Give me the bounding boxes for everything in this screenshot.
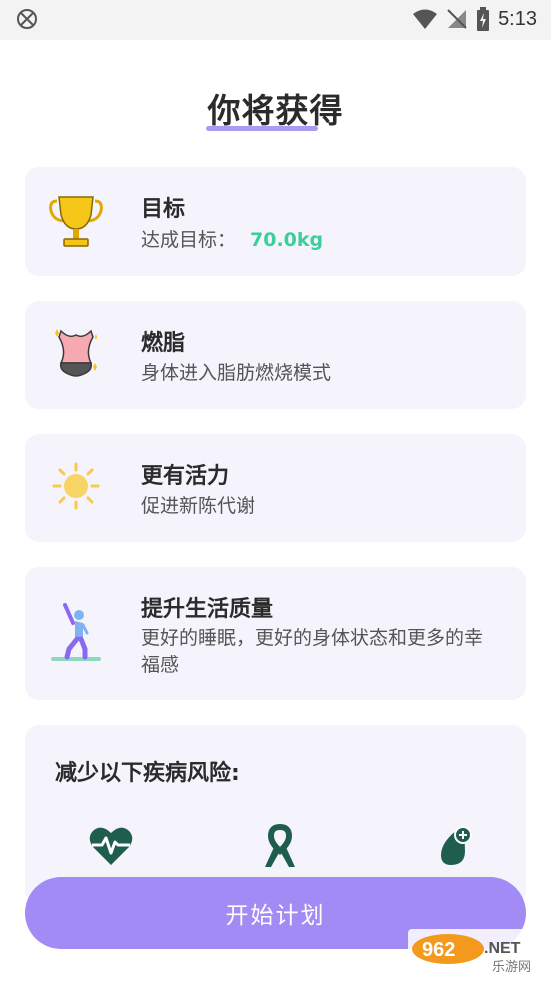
diabetes-drop-icon	[441, 826, 472, 865]
benefit-title: 提升生活质量	[141, 597, 274, 622]
trophy-icon	[49, 196, 103, 247]
benefit-card-fat-burn: 燃脂 身体进入脂肪燃烧模式	[25, 301, 526, 409]
benefit-card-vitality: 更有活力 促进新陈代谢	[25, 434, 526, 542]
awareness-ribbon-icon	[265, 823, 295, 867]
disease-title: 减少以下疾病风险:	[55, 761, 240, 786]
goal-value: 70.0kg	[250, 229, 324, 251]
site-watermark-logo: 962 .NET 乐游网	[408, 929, 548, 975]
heart-rate-icon	[89, 827, 133, 865]
benefit-title: 燃脂	[141, 331, 186, 356]
benefit-title: 目标	[141, 197, 186, 222]
page-title: 你将获得	[205, 84, 344, 132]
svg-text:962: 962	[422, 939, 455, 961]
status-time: 5:13	[498, 7, 537, 30]
benefit-desc: 更好的睡眠，更好的身体状态和更多的幸福感	[141, 627, 484, 676]
no-sync-icon	[17, 9, 37, 29]
benefit-desc: 身体进入脂肪燃烧模式	[141, 362, 332, 384]
sun-icon	[52, 462, 100, 510]
goal-label: 达成目标：	[141, 229, 237, 251]
wifi-icon	[413, 9, 438, 29]
benefit-title: 更有活力	[141, 464, 230, 489]
body-fat-icon	[55, 329, 97, 377]
no-signal-icon	[447, 9, 467, 29]
status-bar: 5:13	[0, 0, 551, 40]
stretching-person-icon	[51, 603, 101, 661]
svg-text:乐游网: 乐游网	[492, 960, 531, 975]
title-area: 你将获得	[0, 84, 551, 132]
benefit-card-goal: 目标 达成目标： 70.0kg	[25, 167, 526, 276]
page-title-text: 你将获得	[207, 91, 344, 130]
battery-icon	[477, 7, 490, 31]
benefit-desc: 促进新陈代谢	[141, 495, 256, 517]
status-right: 5:13	[412, 6, 537, 32]
svg-text:.NET: .NET	[484, 940, 521, 957]
benefit-card-quality: 提升生活质量 更好的睡眠，更好的身体状态和更多的幸福感	[25, 567, 526, 700]
benefit-desc: 达成目标： 70.0kg	[141, 227, 501, 254]
